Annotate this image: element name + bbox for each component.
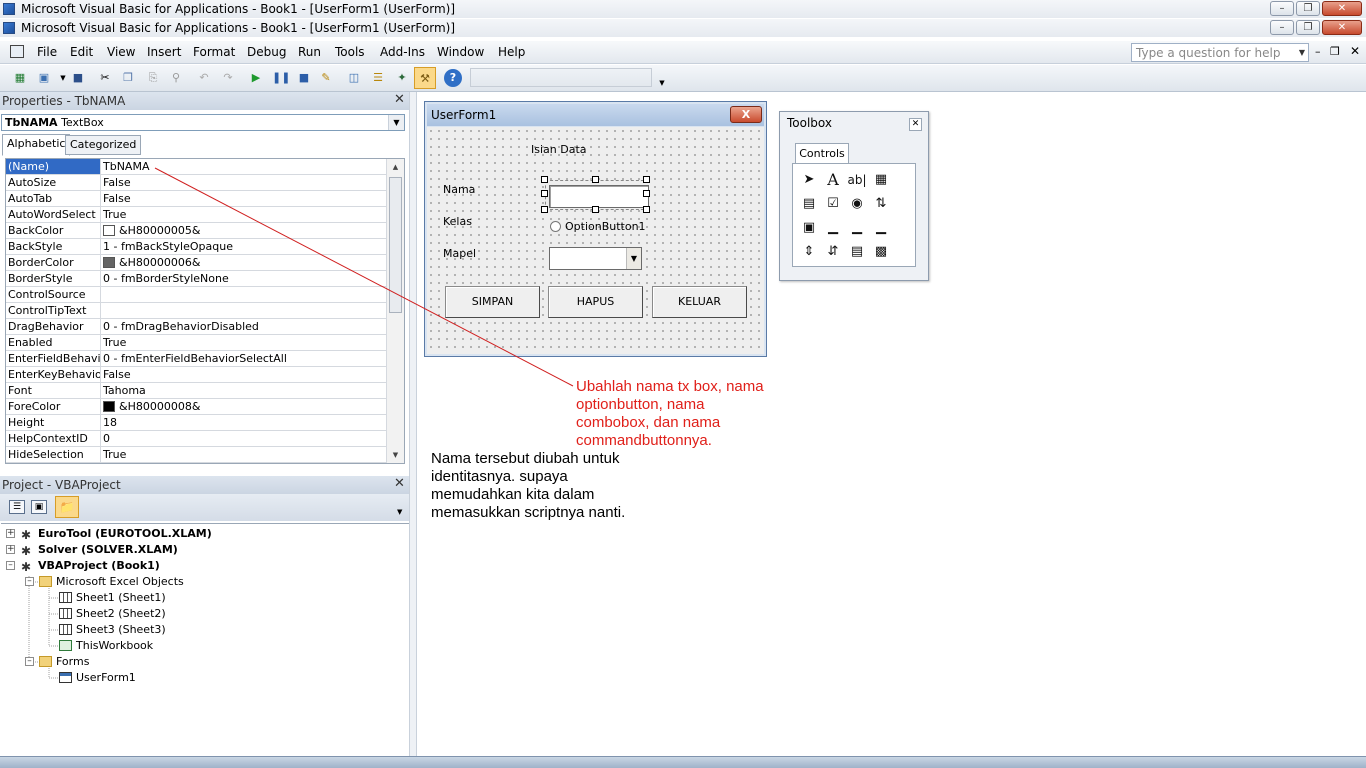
annotation-black-text: Nama tersebut diubah untuk identitasnya.… (431, 450, 626, 521)
taskbar (0, 756, 1366, 768)
annotation-red-text: Ubahlah nama tx box, nama optionbutton, … (576, 378, 764, 449)
